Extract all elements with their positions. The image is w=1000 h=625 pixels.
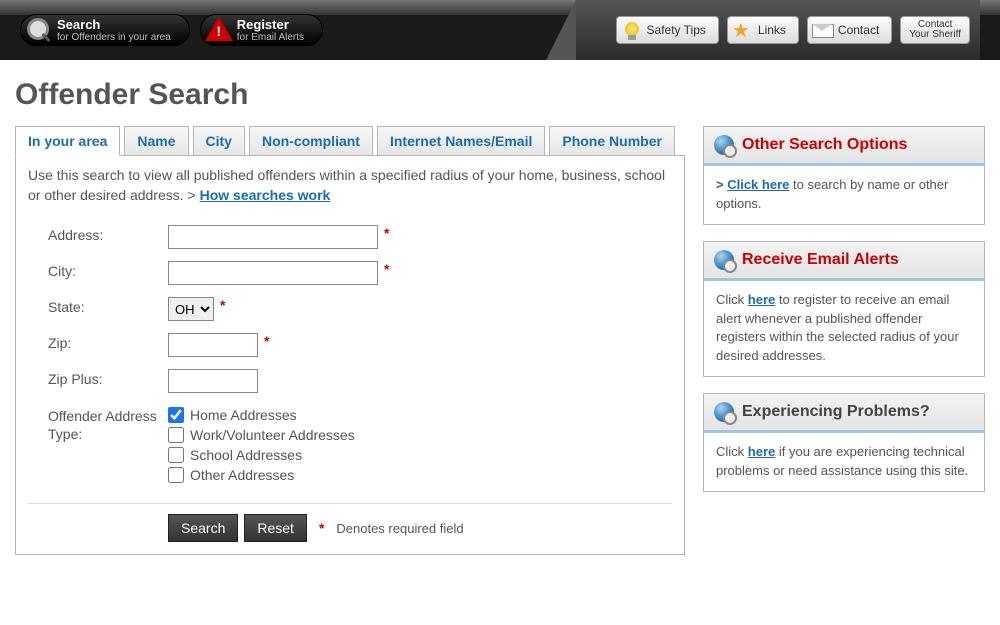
nav-safety-label: Safety Tips [647,23,706,37]
addrtype-work-checkbox[interactable] [168,427,184,443]
addrtype-options: Home Addresses Work/Volunteer Addresses … [168,405,355,483]
address-input[interactable] [168,225,378,249]
search-form-area: In your area Name City Non-compliant Int… [15,126,685,555]
nav-search-line1: Search [57,18,171,31]
search-panel: Use this search to view all published of… [15,155,685,555]
page-title: Offender Search [0,60,1000,126]
nav-sheriff-label: Contact Your Sheriff [909,20,961,41]
top-nav: Search for Offenders in your area Regist… [0,0,1000,60]
lightbulb-icon [621,20,643,42]
nav-links[interactable]: Links [727,16,799,44]
email-prefix: Click [716,292,748,307]
other-prefix: > [716,177,727,192]
zip-input[interactable] [168,333,258,357]
tab-internet-names[interactable]: Internet Names/Email [377,126,545,156]
globe-icon [714,135,734,155]
addrtype-work[interactable]: Work/Volunteer Addresses [168,427,355,443]
required-marker: * [384,261,389,277]
box-email-title: Receive Email Alerts [742,251,899,269]
box-other-search: Other Search Options > Click here to sea… [703,126,985,225]
nav-contact[interactable]: Contact [807,16,892,44]
globe-icon [714,402,734,422]
required-note: Denotes required field [336,521,463,536]
intro-body: Use this search to view all published of… [28,167,665,203]
state-select[interactable]: OH [168,297,214,321]
nav-register-alerts[interactable]: Register for Email Alerts [200,14,323,46]
nav-search-line2: for Offenders in your area [57,32,171,43]
how-searches-work-link[interactable]: How searches work [200,187,331,203]
tab-phone-number[interactable]: Phone Number [549,126,675,156]
city-input[interactable] [168,261,378,285]
problems-prefix: Click [716,444,748,459]
search-icon [27,18,53,44]
problems-link[interactable]: here [748,444,775,459]
tab-in-your-area[interactable]: In your area [15,126,120,156]
top-nav-right: Safety Tips Links Contact Contact Your S… [576,0,980,60]
nav-contact-sheriff[interactable]: Contact Your Sheriff [900,16,970,44]
zipplus-input[interactable] [168,369,258,393]
tab-name[interactable]: Name [124,126,188,156]
addrtype-home-checkbox[interactable] [168,407,184,423]
reset-button[interactable]: Reset [244,514,307,542]
nav-contact-label: Contact [838,23,879,37]
tabs: In your area Name City Non-compliant Int… [15,126,685,156]
addrtype-school-checkbox[interactable] [168,447,184,463]
zip-label: Zip: [48,333,168,351]
globe-icon [714,250,734,270]
tab-city[interactable]: City [193,126,245,156]
nav-links-label: Links [758,23,786,37]
star-icon [732,20,754,42]
nav-safety-tips[interactable]: Safety Tips [616,16,719,44]
address-label: Address: [48,225,168,243]
intro-text: Use this search to view all published of… [28,166,672,205]
search-form: Address: * City: * State: OH * [28,215,672,493]
addrtype-school[interactable]: School Addresses [168,447,355,463]
action-bar: Search Reset * Denotes required field [28,504,672,546]
nav-register-line2: for Email Alerts [237,32,304,43]
tab-non-compliant[interactable]: Non-compliant [249,126,373,156]
search-button[interactable]: Search [168,514,238,542]
email-alerts-link[interactable]: here [748,292,775,307]
addrtype-other[interactable]: Other Addresses [168,467,355,483]
envelope-icon [812,20,834,42]
nav-register-line1: Register [237,18,304,31]
addrtype-home[interactable]: Home Addresses [168,407,355,423]
required-marker: * [220,297,225,313]
required-marker: * [384,225,389,241]
zipplus-label: Zip Plus: [48,369,168,387]
box-email-alerts: Receive Email Alerts Click here to regis… [703,241,985,377]
other-search-link[interactable]: Click here [727,177,789,192]
nav-search-offenders[interactable]: Search for Offenders in your area [20,14,190,46]
addrtype-other-checkbox[interactable] [168,467,184,483]
sidebar: Other Search Options > Click here to sea… [703,126,985,508]
required-marker: * [264,333,269,349]
required-marker: * [319,520,324,536]
addrtype-label: Offender Address Type: [48,405,168,443]
box-problems-title: Experiencing Problems? [742,403,930,421]
state-label: State: [48,297,168,315]
box-other-title: Other Search Options [742,136,907,154]
box-problems: Experiencing Problems? Click here if you… [703,393,985,492]
city-label: City: [48,261,168,279]
alert-icon [205,17,233,43]
